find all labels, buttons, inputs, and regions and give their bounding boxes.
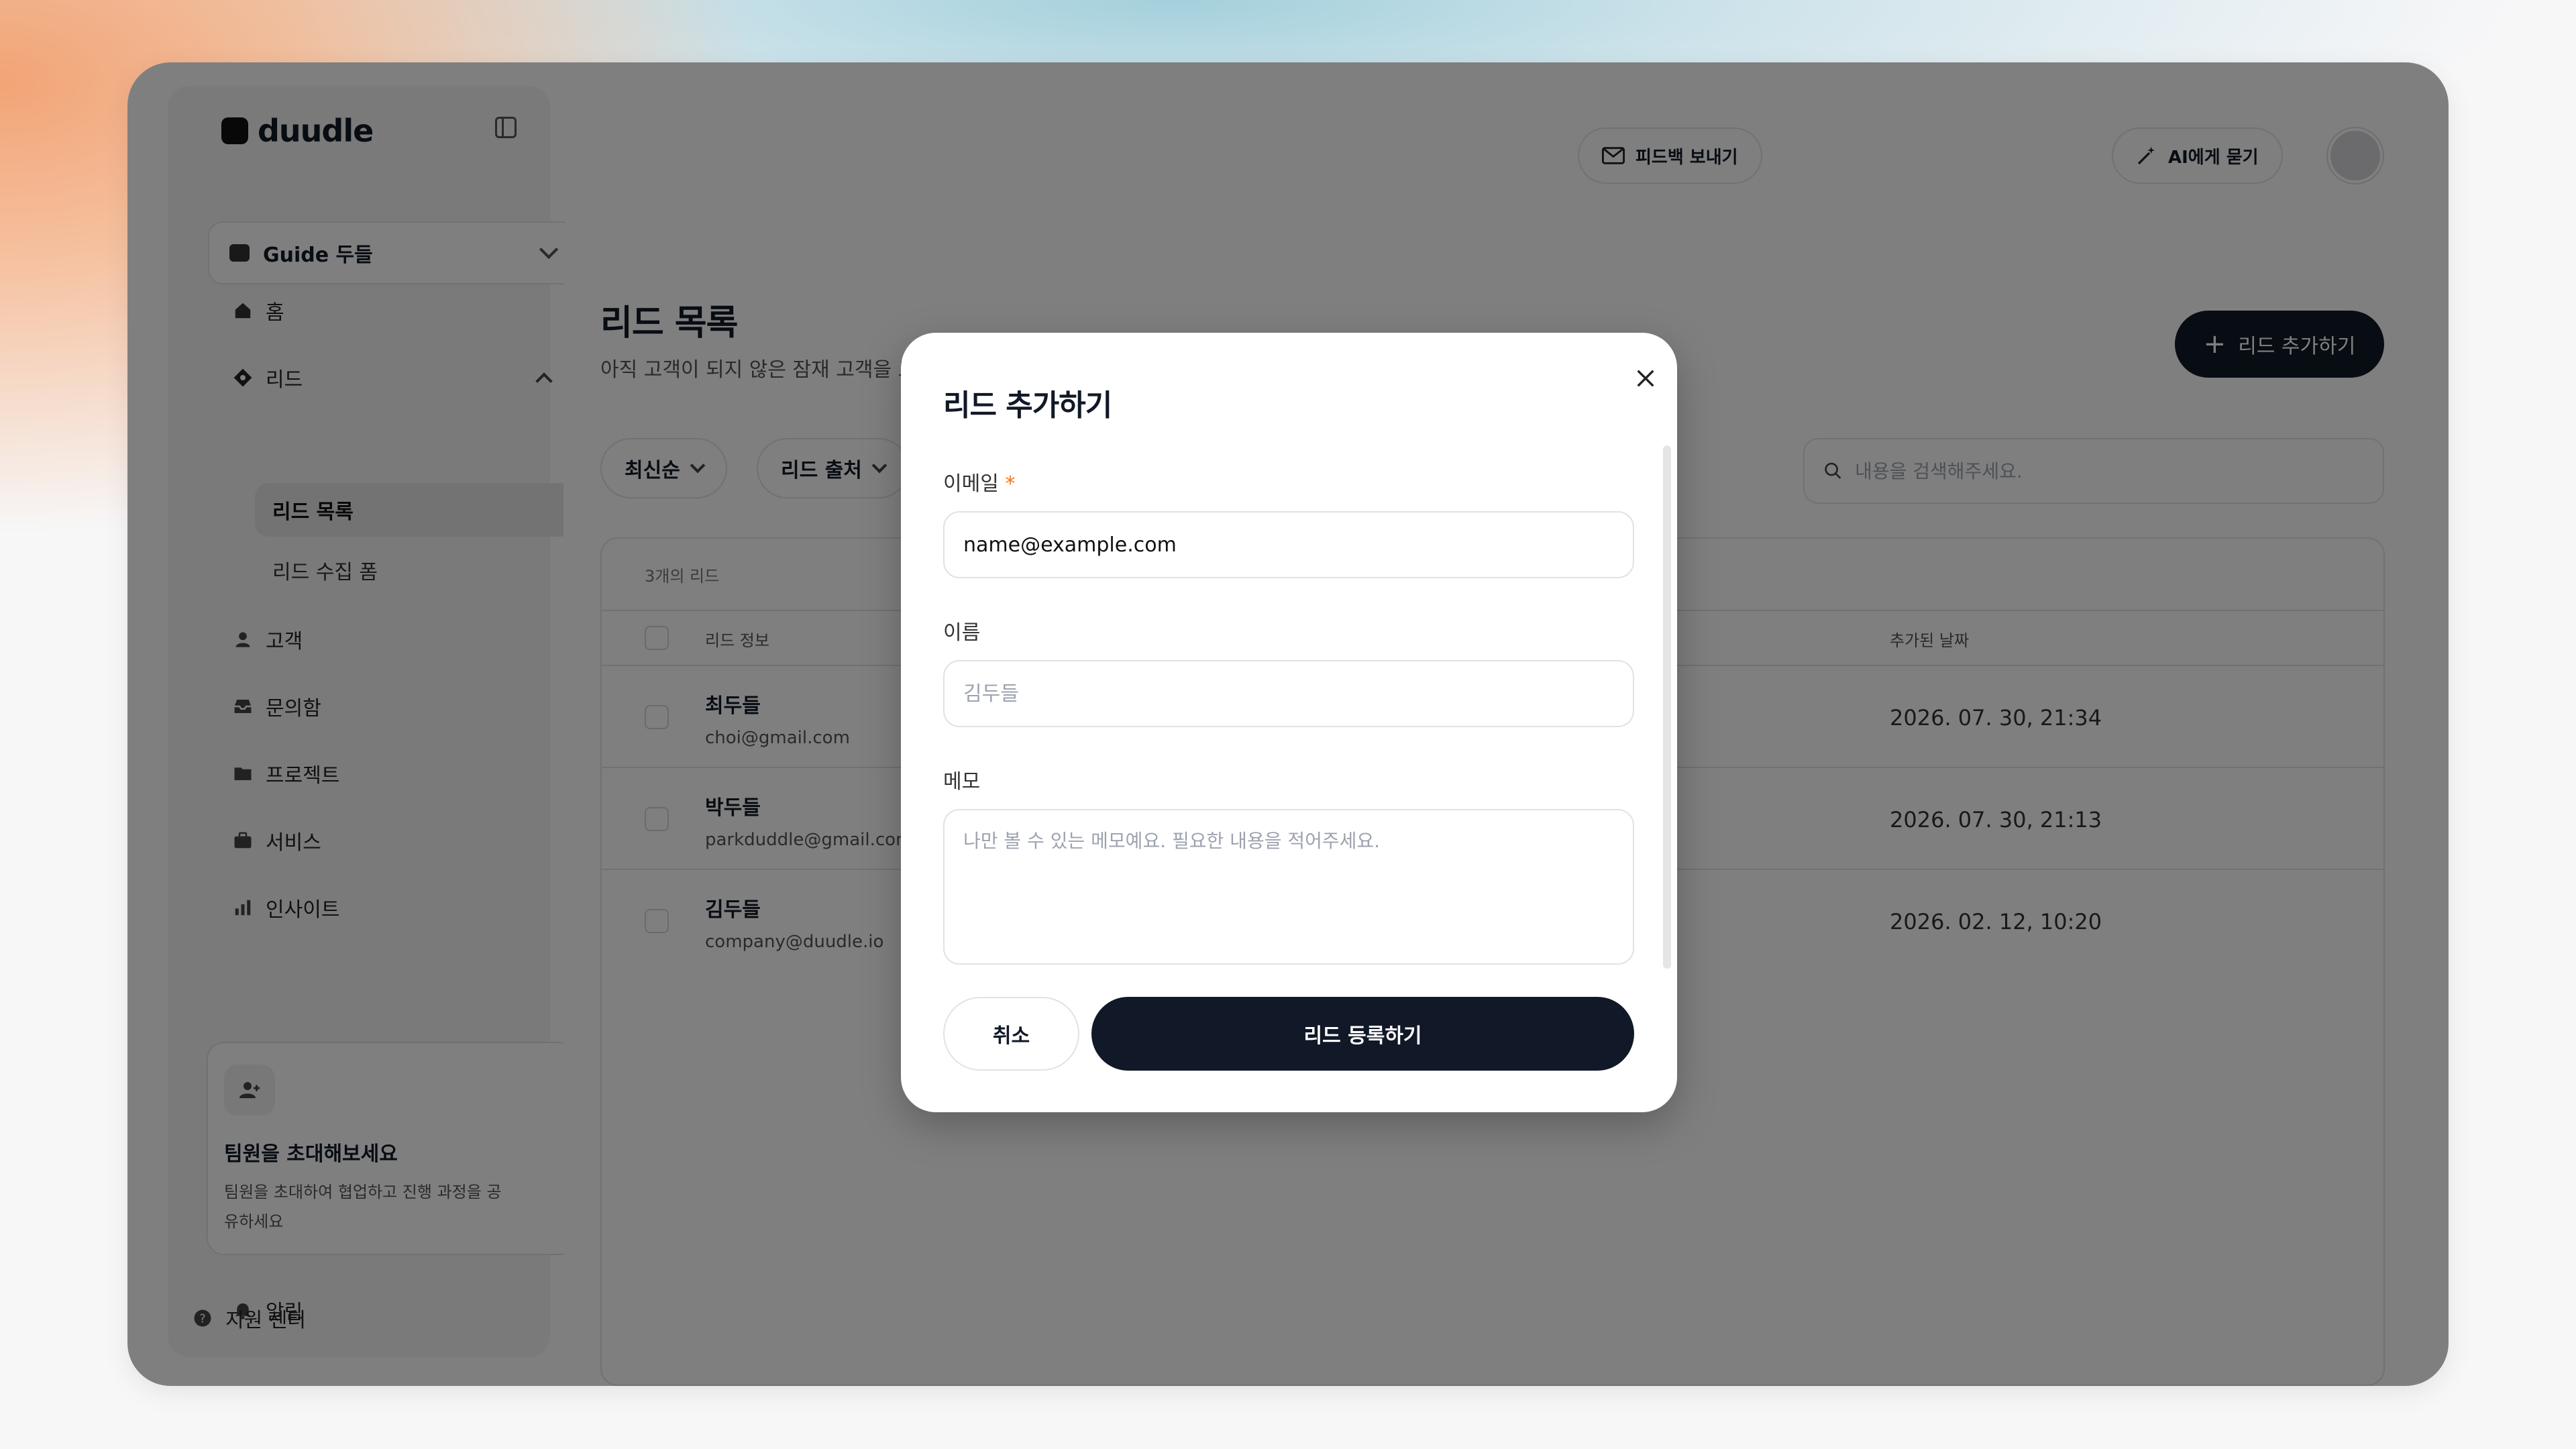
email-label-text: 이메일 <box>943 472 999 496</box>
modal-title: 리드 추가하기 <box>943 388 1112 423</box>
cancel-button[interactable]: 취소 <box>943 997 1079 1071</box>
email-label: 이메일 * <box>943 467 1015 496</box>
close-icon <box>1637 370 1654 387</box>
name-label: 이름 <box>943 621 981 645</box>
add-lead-modal: 리드 추가하기 이메일 * 이름 메모 취소 리드 등록하기 <box>901 333 1677 1112</box>
memo-label: 메모 <box>943 770 981 794</box>
email-field[interactable] <box>943 511 1634 578</box>
modal-scrollbar[interactable] <box>1663 445 1671 969</box>
close-button[interactable] <box>1624 357 1667 400</box>
submit-lead-button[interactable]: 리드 등록하기 <box>1091 997 1634 1071</box>
required-mark: * <box>1005 472 1016 496</box>
name-field[interactable] <box>943 660 1634 727</box>
memo-field[interactable] <box>943 809 1634 965</box>
